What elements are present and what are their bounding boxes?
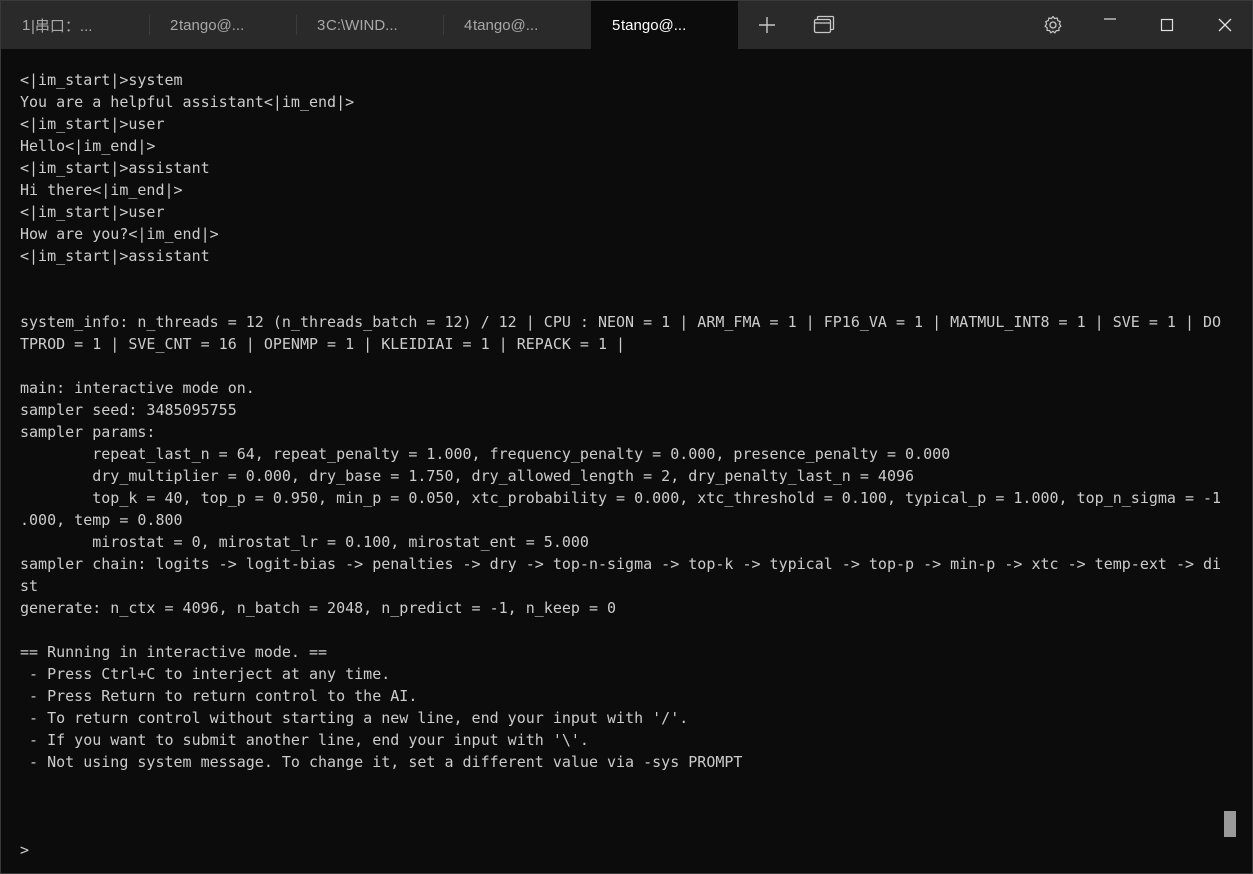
tab-4[interactable]: 4 tango@... bbox=[443, 1, 591, 49]
terminal-line: generate: n_ctx = 4096, n_batch = 2048, … bbox=[20, 599, 617, 617]
terminal-line: main: interactive mode on. bbox=[20, 379, 255, 397]
tab-title: tango@... bbox=[621, 16, 687, 34]
maximize-button[interactable] bbox=[1144, 1, 1190, 49]
terminal-line: <|im_start|>assistant bbox=[20, 159, 210, 177]
close-button[interactable] bbox=[1201, 1, 1249, 49]
tab-2[interactable]: 2 tango@... bbox=[149, 1, 296, 49]
tab-title: |串口：... bbox=[31, 17, 93, 35]
terminal-line: top_k = 40, top_p = 0.950, min_p = 0.050… bbox=[20, 489, 1222, 507]
terminal-line: sampler seed: 3485095755 bbox=[20, 401, 237, 419]
terminal-line: mirostat = 0, mirostat_lr = 0.100, miros… bbox=[20, 533, 589, 551]
terminal-line: - Press Ctrl+C to interject at any time. bbox=[20, 665, 391, 683]
terminal-line: - If you want to submit another line, en… bbox=[20, 731, 589, 749]
terminal-line: <|im_start|>user bbox=[20, 203, 165, 221]
terminal-line: How are you?<|im_end|> bbox=[20, 225, 219, 243]
tab-title: tango@... bbox=[179, 16, 245, 34]
maximize-icon bbox=[1160, 18, 1174, 32]
terminal-line: Hello<|im_end|> bbox=[20, 137, 156, 155]
terminal-line: system_info: n_threads = 12 (n_threads_b… bbox=[20, 313, 1222, 331]
terminal-line: TPROD = 1 | SVE_CNT = 16 | OPENMP = 1 | … bbox=[20, 335, 626, 353]
tab-1[interactable]: 1 |串口：... bbox=[1, 1, 149, 49]
terminal-output[interactable]: <|im_start|>system You are a helpful assi… bbox=[1, 49, 1252, 873]
tab-number: 2 bbox=[170, 16, 179, 34]
tab-title: tango@... bbox=[473, 16, 539, 34]
new-tab-button[interactable] bbox=[749, 1, 785, 49]
tab-3[interactable]: 3 C:\WIND... bbox=[296, 1, 443, 49]
terminal-line: repeat_last_n = 64, repeat_penalty = 1.0… bbox=[20, 445, 951, 463]
terminal-line: <|im_start|>user bbox=[20, 115, 165, 133]
tab-number: 1 bbox=[22, 16, 31, 34]
tab-number: 5 bbox=[612, 16, 621, 34]
terminal-line: sampler params: bbox=[20, 423, 156, 441]
tab-number: 3 bbox=[317, 16, 326, 34]
plus-icon bbox=[759, 17, 775, 33]
terminal-line: <|im_start|>system bbox=[20, 71, 183, 89]
terminal-line: - Press Return to return control to the … bbox=[20, 687, 418, 705]
terminal-line: sampler chain: logits -> logit-bias -> p… bbox=[20, 555, 1222, 573]
terminal-window: 1 |串口：... 2 tango@... 3 C:\WIND... 4 tan… bbox=[0, 0, 1253, 874]
terminal-line: .000, temp = 0.800 bbox=[20, 511, 183, 529]
terminal-line: - Not using system message. To change it… bbox=[20, 753, 743, 771]
gear-icon bbox=[1044, 15, 1062, 34]
close-icon bbox=[1218, 18, 1232, 32]
terminal-line: You are a helpful assistant<|im_end|> bbox=[20, 93, 355, 111]
minimize-icon bbox=[1104, 18, 1116, 20]
tab-5[interactable]: 5 tango@... bbox=[591, 1, 738, 49]
terminal-line: > bbox=[20, 841, 39, 859]
tab-number: 4 bbox=[464, 16, 473, 34]
terminal-line: == Running in interactive mode. == bbox=[20, 643, 328, 661]
terminal-line: - To return control without starting a n… bbox=[20, 709, 689, 727]
settings-button[interactable] bbox=[1033, 1, 1073, 49]
tab-title: C:\WIND... bbox=[326, 16, 398, 34]
scrollbar-thumb[interactable] bbox=[1224, 811, 1236, 837]
terminal-line: <|im_start|>assistant bbox=[20, 247, 210, 265]
terminal-line: dry_multiplier = 0.000, dry_base = 1.750… bbox=[20, 467, 915, 485]
tab-menu-button[interactable] bbox=[805, 1, 843, 49]
tab-bar: 1 |串口：... 2 tango@... 3 C:\WIND... 4 tan… bbox=[1, 1, 1252, 49]
minimize-button[interactable] bbox=[1087, 1, 1133, 49]
terminal-text: <|im_start|>system You are a helpful assi… bbox=[20, 69, 1222, 861]
terminal-line: st bbox=[20, 577, 39, 595]
terminal-line: Hi there<|im_end|> bbox=[20, 181, 183, 199]
tabs-overview-icon bbox=[813, 15, 835, 34]
